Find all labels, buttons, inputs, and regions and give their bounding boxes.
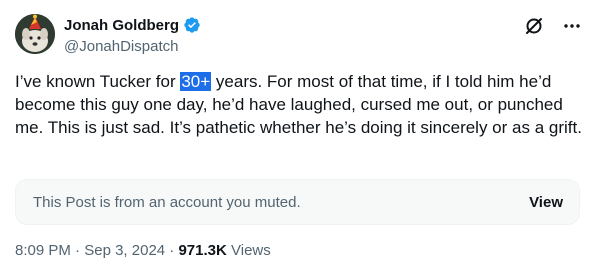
name-row: Jonah Goldberg bbox=[64, 15, 201, 35]
grok-icon[interactable] bbox=[524, 16, 544, 36]
meta-separator: · bbox=[70, 242, 85, 259]
author-block: Jonah Goldberg @JonahDispatch bbox=[64, 15, 201, 57]
views-label: Views bbox=[226, 242, 271, 259]
selected-text-highlight: 30+ bbox=[180, 72, 212, 91]
top-actions bbox=[524, 16, 582, 36]
post-date[interactable]: Sep 3, 2024 bbox=[84, 242, 165, 259]
dog-avatar-icon bbox=[15, 14, 55, 54]
tweet-text: I’ve known Tucker for 30+ years. For mos… bbox=[15, 70, 585, 139]
muted-notice-text: This Post is from an account you muted. bbox=[33, 193, 301, 211]
verified-badge-icon[interactable] bbox=[183, 16, 201, 34]
avatar[interactable] bbox=[15, 14, 55, 54]
author-handle[interactable]: @JonahDispatch bbox=[64, 37, 201, 57]
muted-post-notice: This Post is from an account you muted. … bbox=[15, 179, 580, 225]
meta-separator: · bbox=[165, 242, 179, 259]
post-meta: 8:09 PM · Sep 3, 2024 · 971.3K Views bbox=[15, 241, 271, 261]
more-options-icon[interactable] bbox=[562, 16, 582, 36]
post: Jonah Goldberg @JonahDispatch I’ve known… bbox=[0, 0, 600, 273]
view-button[interactable]: View bbox=[529, 194, 563, 211]
post-time[interactable]: 8:09 PM bbox=[15, 242, 71, 259]
views-count: 971.3K bbox=[178, 242, 227, 259]
author-name[interactable]: Jonah Goldberg bbox=[64, 17, 179, 34]
tweet-text-before: I’ve known Tucker for bbox=[15, 72, 181, 91]
